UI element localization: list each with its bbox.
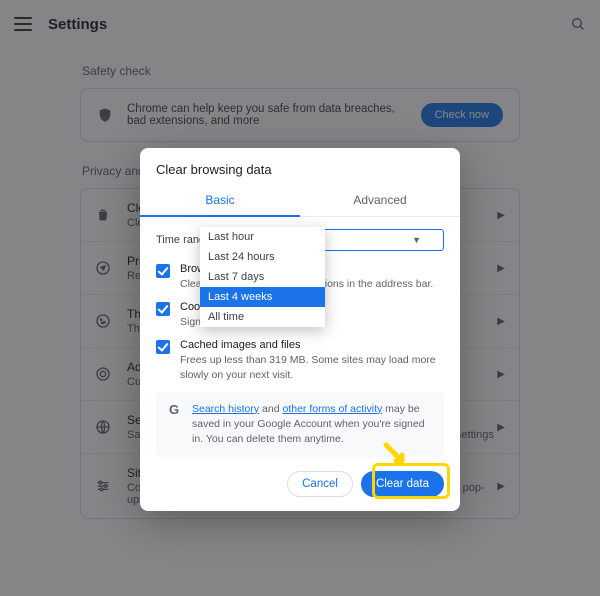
dialog-title: Clear browsing data <box>140 148 460 187</box>
tab-advanced[interactable]: Advanced <box>300 187 460 216</box>
row-subtitle: Frees up less than 319 MB. Some sites ma… <box>180 353 444 381</box>
time-range-option-selected[interactable]: Last 4 weeks <box>200 287 325 307</box>
info-box: G Search history and other forms of acti… <box>156 392 444 458</box>
time-range-option[interactable]: Last 7 days <box>200 267 325 287</box>
link-other-activity[interactable]: other forms of activity <box>282 403 382 415</box>
checkbox-cookies[interactable] <box>156 302 170 316</box>
checkbox-cache[interactable] <box>156 340 170 354</box>
time-range-option[interactable]: Last 24 hours <box>200 247 325 267</box>
checkbox-browsing-history[interactable] <box>156 264 170 278</box>
dialog-actions: Cancel Clear data <box>140 457 460 499</box>
chevron-down-icon: ▼ <box>412 235 421 245</box>
google-icon: G <box>166 402 182 418</box>
link-search-history[interactable]: Search history <box>192 403 259 415</box>
clear-data-button[interactable]: Clear data <box>361 471 444 497</box>
clear-browsing-data-dialog: Clear browsing data Basic Advanced Time … <box>140 148 460 511</box>
info-text: Search history and other forms of activi… <box>192 402 434 448</box>
time-range-dropdown: Last hour Last 24 hours Last 7 days Last… <box>200 227 325 327</box>
row-cache: Cached images and files Frees up less th… <box>156 339 444 381</box>
cancel-button[interactable]: Cancel <box>287 471 353 497</box>
row-title: Cached images and files <box>180 339 444 351</box>
time-range-option[interactable]: Last hour <box>200 227 325 247</box>
time-range-option[interactable]: All time <box>200 307 325 327</box>
tab-basic[interactable]: Basic <box>140 187 300 217</box>
dialog-tabs: Basic Advanced <box>140 187 460 217</box>
